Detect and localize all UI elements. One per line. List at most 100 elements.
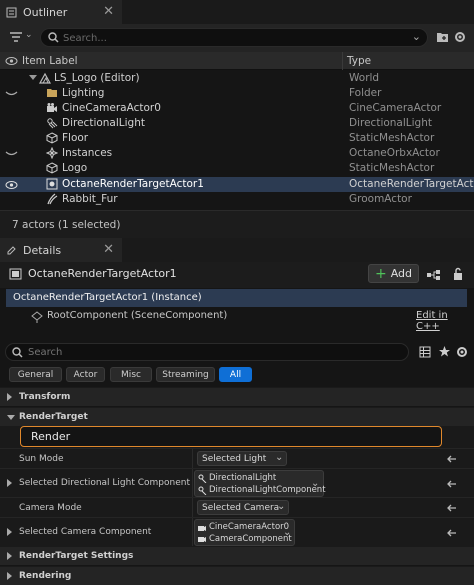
row-type: StaticMeshActor — [349, 132, 435, 144]
tab-outliner[interactable]: Outliner ✕ — [0, 0, 122, 24]
reset-arrow-icon[interactable] — [446, 528, 458, 538]
camera-mode-dropdown[interactable]: Selected Camera ⌄ — [197, 500, 289, 515]
settings-icon[interactable] — [456, 345, 468, 359]
filter-all[interactable]: All — [219, 367, 252, 382]
filter-general[interactable]: General — [9, 367, 62, 382]
chevron-down-icon[interactable]: ⌄ — [412, 30, 421, 43]
outliner-row[interactable]: DirectionalLight DirectionalLight — [0, 116, 474, 131]
plus-icon: + — [374, 265, 387, 282]
row-label: OctaneRenderTargetActor1 — [62, 178, 204, 190]
prop-camera-component: Selected Camera Component CineCameraActo… — [0, 517, 474, 546]
orbx-icon — [46, 147, 58, 159]
outliner-header: Item Label Type — [0, 52, 474, 70]
table-view-icon[interactable] — [419, 346, 431, 358]
close-icon[interactable]: ✕ — [103, 242, 114, 257]
render-category-highlight[interactable]: Render — [20, 426, 442, 447]
section-render-target[interactable]: RenderTarget — [0, 407, 474, 426]
tab-details-label: Details — [23, 243, 62, 257]
col-type[interactable]: Type — [347, 55, 371, 67]
expand-arrow-icon — [7, 393, 12, 401]
column-divider[interactable] — [192, 449, 193, 468]
root-component-row[interactable]: RootComponent (SceneComponent) Edit in C… — [6, 308, 467, 332]
prop-label: Selected Directional Light Component — [19, 478, 190, 488]
filter-actor[interactable]: Actor — [66, 367, 105, 382]
filter-icon[interactable] — [9, 31, 23, 43]
column-divider[interactable] — [192, 498, 193, 517]
component-instance-row[interactable]: OctaneRenderTargetActor1 (Instance) — [6, 289, 467, 307]
outliner-row[interactable]: Lighting Folder — [0, 86, 474, 101]
outliner-row[interactable]: Instances OctaneOrbxActor — [0, 146, 474, 161]
scene-component-icon — [31, 311, 43, 323]
pencil-icon — [7, 245, 16, 254]
outliner-row[interactable]: Floor StaticMeshActor — [0, 131, 474, 146]
filter-misc[interactable]: Misc — [110, 367, 152, 382]
outliner-status-bar: 7 actors (1 selected) — [0, 210, 474, 240]
tab-details[interactable]: Details ✕ — [0, 238, 122, 262]
section-rendering[interactable]: Rendering — [0, 566, 474, 585]
outliner-icon — [6, 7, 17, 17]
section-transform[interactable]: Transform — [0, 387, 474, 406]
column-divider[interactable] — [192, 469, 193, 497]
prop-label: Selected Camera Component — [19, 527, 152, 537]
section-render-target-settings[interactable]: RenderTarget Settings — [0, 546, 474, 565]
details-search-input[interactable] — [28, 344, 398, 360]
expand-arrow-icon — [7, 552, 12, 560]
dropdown-value: Selected Light — [202, 454, 267, 464]
row-label: Rabbit_Fur — [62, 193, 118, 205]
chevron-down-icon[interactable]: ⌄ — [25, 30, 33, 40]
camera-component-picker[interactable]: CineCameraActor0 CameraComponent ⌄ — [194, 519, 295, 546]
row-label: Instances — [62, 147, 113, 159]
star-icon[interactable] — [438, 345, 451, 358]
render-category-label: Render — [31, 430, 71, 443]
col-item-label[interactable]: Item Label — [22, 55, 78, 67]
reset-arrow-icon[interactable] — [446, 454, 458, 464]
visibility-icon[interactable] — [5, 89, 18, 97]
directional-light-picker[interactable]: DirectionalLight DirectionalLightCompone… — [194, 470, 326, 497]
light-icon — [47, 118, 58, 129]
dropdown-value: Selected Camera — [202, 503, 280, 513]
prop-label: Sun Mode — [19, 454, 64, 464]
sun-mode-dropdown[interactable]: Selected Light ⌄ — [197, 451, 287, 466]
section-title: Transform — [19, 392, 71, 402]
edit-in-cpp-link[interactable]: Edit in C++ — [416, 310, 467, 332]
details-search[interactable] — [5, 343, 409, 361]
add-label: Add — [390, 267, 413, 280]
eye-icon[interactable] — [5, 56, 18, 66]
outliner-row[interactable]: CineCameraActor0 CineCameraActor — [0, 101, 474, 116]
outliner-row[interactable]: Rabbit_Fur GroomActor — [0, 192, 474, 207]
actor-name[interactable]: OctaneRenderTargetActor1 — [28, 267, 177, 280]
visibility-icon[interactable] — [5, 149, 18, 157]
row-type: DirectionalLight — [349, 117, 432, 129]
groom-icon — [47, 193, 58, 205]
reset-arrow-icon[interactable] — [446, 479, 458, 489]
filter-streaming[interactable]: Streaming — [156, 367, 215, 382]
add-component-button[interactable]: + Add — [368, 264, 419, 283]
chevron-down-icon: ⌄ — [275, 452, 284, 463]
outliner-row[interactable]: LS_Logo (Editor) World — [0, 71, 474, 86]
camera-icon — [47, 103, 57, 112]
blueprint-icon[interactable] — [426, 269, 442, 281]
chevron-down-icon: ⌄ — [283, 527, 292, 538]
reset-arrow-icon[interactable] — [446, 503, 458, 513]
chevron-down-icon: ⌄ — [311, 478, 320, 489]
row-label: Floor — [62, 132, 89, 144]
outliner-search-input[interactable] — [63, 30, 403, 46]
gear-icon[interactable] — [454, 30, 466, 44]
eye-icon[interactable] — [5, 180, 18, 190]
column-divider[interactable] — [192, 518, 193, 546]
expand-arrow-icon[interactable] — [29, 75, 37, 80]
section-title: RenderTarget — [19, 412, 88, 422]
column-divider[interactable] — [342, 52, 343, 70]
row-type: World — [349, 72, 380, 84]
root-component-label: RootComponent (SceneComponent) — [47, 310, 228, 321]
outliner-search[interactable]: ⌄ — [40, 28, 428, 47]
close-icon[interactable]: ✕ — [103, 4, 114, 19]
lock-icon[interactable] — [452, 267, 464, 281]
details-search-bar — [0, 343, 474, 367]
folder-add-icon[interactable] — [436, 31, 449, 43]
tab-outliner-label: Outliner — [23, 5, 68, 19]
expand-arrow-icon[interactable] — [7, 528, 12, 536]
outliner-row-selected[interactable]: OctaneRenderTargetActor1 OctaneRenderTar… — [0, 177, 474, 192]
outliner-row[interactable]: Logo StaticMeshActor — [0, 161, 474, 176]
expand-arrow-icon[interactable] — [7, 479, 12, 487]
